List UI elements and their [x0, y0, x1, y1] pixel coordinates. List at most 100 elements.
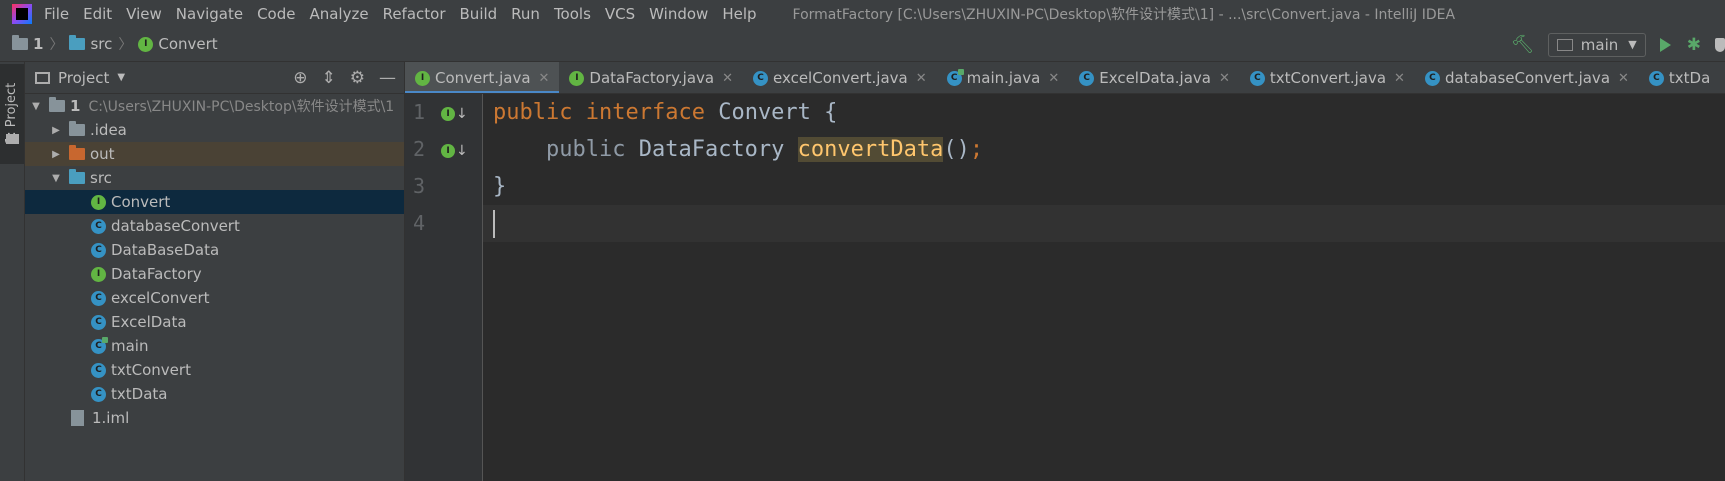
module-folder-icon	[12, 35, 28, 50]
minimize-icon[interactable]: —	[379, 68, 396, 88]
tree-item-datafactory[interactable]: I DataFactory	[25, 262, 404, 286]
collapsed-arrow-icon[interactable]: ▶	[49, 149, 63, 160]
interface-icon: I	[138, 36, 154, 52]
code-editor[interactable]: public interface Convert { public DataFa…	[483, 94, 1725, 481]
tree-item-src[interactable]: ▼ src	[25, 166, 404, 190]
module-file-icon	[71, 410, 84, 426]
line-number: 3	[413, 174, 426, 198]
project-view-icon	[35, 71, 50, 84]
menu-code[interactable]: Code	[257, 5, 295, 23]
tree-item-project-root[interactable]: ▼ 1 C:\Users\ZHUXIN-PC\Desktop\软件设计模式\1	[25, 94, 404, 118]
tab-datafactory-java[interactable]: I DataFactory.java ✕	[559, 62, 743, 93]
tree-item-label: 1.iml	[92, 409, 130, 427]
identifier: DataFactory	[638, 137, 785, 162]
tree-item-label: txtData	[111, 385, 168, 403]
menu-navigate[interactable]: Navigate	[176, 5, 243, 23]
menu-build[interactable]: Build	[460, 5, 498, 23]
tree-item-path: C:\Users\ZHUXIN-PC\Desktop\软件设计模式\1	[88, 99, 395, 115]
window-title: FormatFactory [C:\Users\ZHUXIN-PC\Deskto…	[792, 6, 1456, 23]
tab-label: Convert.java	[435, 69, 531, 87]
chevron-down-icon[interactable]: ▼	[117, 72, 125, 83]
close-icon[interactable]: ✕	[1394, 71, 1405, 86]
shield-icon[interactable]	[1715, 37, 1725, 52]
menu-vcs[interactable]: VCS	[605, 5, 635, 23]
expanded-arrow-icon[interactable]: ▼	[29, 101, 43, 112]
close-icon[interactable]: ✕	[1219, 71, 1230, 86]
menu-tools[interactable]: Tools	[554, 5, 591, 23]
config-icon	[1556, 38, 1573, 51]
tree-item-label: src	[90, 169, 112, 187]
close-icon[interactable]: ✕	[539, 71, 550, 86]
run-config-select[interactable]: main ▼	[1547, 32, 1646, 57]
breadcrumb-separator: 〉	[49, 37, 64, 53]
menu-window[interactable]: Window	[649, 5, 708, 23]
crosshair-icon[interactable]: ⊕	[293, 68, 307, 88]
close-icon[interactable]: ✕	[722, 71, 733, 86]
implemented-marker[interactable]: I ↓	[441, 143, 468, 159]
collapsed-arrow-icon[interactable]: ▶	[49, 125, 63, 136]
arrow-down-icon: ↓	[456, 106, 468, 122]
tree-item-main[interactable]: C main	[25, 334, 404, 358]
editor-tab-bar: I Convert.java ✕ I DataFactory.java ✕ C …	[405, 62, 1725, 94]
tree-item-databaseconvert[interactable]: C databaseConvert	[25, 214, 404, 238]
tree-item-iml[interactable]: 1.iml	[25, 406, 404, 430]
tab-txtdata-java[interactable]: C txtDa	[1639, 62, 1720, 93]
menu-refactor[interactable]: Refactor	[383, 5, 446, 23]
breadcrumb-project[interactable]: 1	[12, 35, 43, 53]
punctuation: ;	[969, 137, 984, 162]
tab-excelconvert-java[interactable]: C excelConvert.java ✕	[743, 62, 937, 93]
app-logo-icon	[12, 3, 32, 24]
runnable-class-icon: C	[91, 336, 108, 354]
tab-main-java[interactable]: C main.java ✕	[937, 62, 1070, 93]
menu-run[interactable]: Run	[511, 5, 540, 23]
close-icon[interactable]: ✕	[916, 71, 927, 86]
menu-view[interactable]: View	[126, 5, 162, 23]
breadcrumb-convert[interactable]: I Convert	[138, 35, 218, 53]
close-icon[interactable]: ✕	[1048, 71, 1059, 86]
project-panel-header: Project ▼ ⊕ ⇕ ⚙ —	[25, 62, 404, 94]
project-tool-tab[interactable]: 1: Project	[0, 64, 24, 164]
tab-convert-java[interactable]: I Convert.java ✕	[405, 62, 560, 93]
tree-item-label: DataFactory	[111, 265, 202, 283]
tree-item-txtconvert[interactable]: C txtConvert	[25, 358, 404, 382]
chevron-down-icon: ▼	[1628, 38, 1637, 51]
class-icon: C	[91, 386, 106, 402]
collapse-icon[interactable]: ⇕	[322, 68, 336, 88]
folder-icon	[6, 134, 19, 144]
tree-item-excelconvert[interactable]: C excelConvert	[25, 286, 404, 310]
keyword: public	[493, 100, 573, 125]
editor-gutter[interactable]: 1 I ↓ 2 I ↓ 3 4	[405, 94, 483, 481]
tree-item-txtdata[interactable]: C txtData	[25, 382, 404, 406]
tab-databaseconvert-java[interactable]: C databaseConvert.java ✕	[1415, 62, 1639, 93]
menu-analyze[interactable]: Analyze	[309, 5, 368, 23]
run-config-label: main	[1580, 35, 1619, 54]
tab-exceldata-java[interactable]: C ExcelData.java ✕	[1069, 62, 1240, 93]
debug-icon[interactable]: ✱	[1687, 35, 1701, 55]
breadcrumb-src[interactable]: src	[69, 35, 112, 53]
tree-item-exceldata[interactable]: C ExcelData	[25, 310, 404, 334]
breadcrumb-convert-label: Convert	[158, 35, 218, 53]
tree-item-out[interactable]: ▶ out	[25, 142, 404, 166]
tree-item-databasedata[interactable]: C DataBaseData	[25, 238, 404, 262]
menu-help[interactable]: Help	[722, 5, 756, 23]
tree-item-label: 1	[70, 97, 81, 115]
expanded-arrow-icon[interactable]: ▼	[49, 173, 63, 184]
tree-item-convert[interactable]: I Convert	[25, 190, 404, 214]
class-icon: C	[1424, 70, 1440, 86]
project-panel-title[interactable]: Project	[58, 69, 109, 87]
run-icon[interactable]	[1659, 37, 1671, 52]
class-icon: C	[91, 218, 106, 234]
implemented-marker[interactable]: I ↓	[441, 106, 468, 122]
close-icon[interactable]: ✕	[1618, 71, 1629, 86]
menu-file[interactable]: File	[44, 5, 69, 23]
implemented-icon: I	[441, 144, 455, 158]
tab-txtconvert-java[interactable]: C txtConvert.java ✕	[1240, 62, 1415, 93]
gear-icon[interactable]: ⚙	[350, 68, 365, 88]
tree-item-idea[interactable]: ▶ .idea	[25, 118, 404, 142]
interface-icon: I	[569, 70, 585, 86]
hammer-icon[interactable]: 🔨︎	[1511, 34, 1534, 55]
code-line-4	[493, 205, 495, 242]
keyword: interface	[585, 100, 705, 125]
menu-edit[interactable]: Edit	[83, 5, 112, 23]
punctuation: }	[493, 174, 507, 199]
